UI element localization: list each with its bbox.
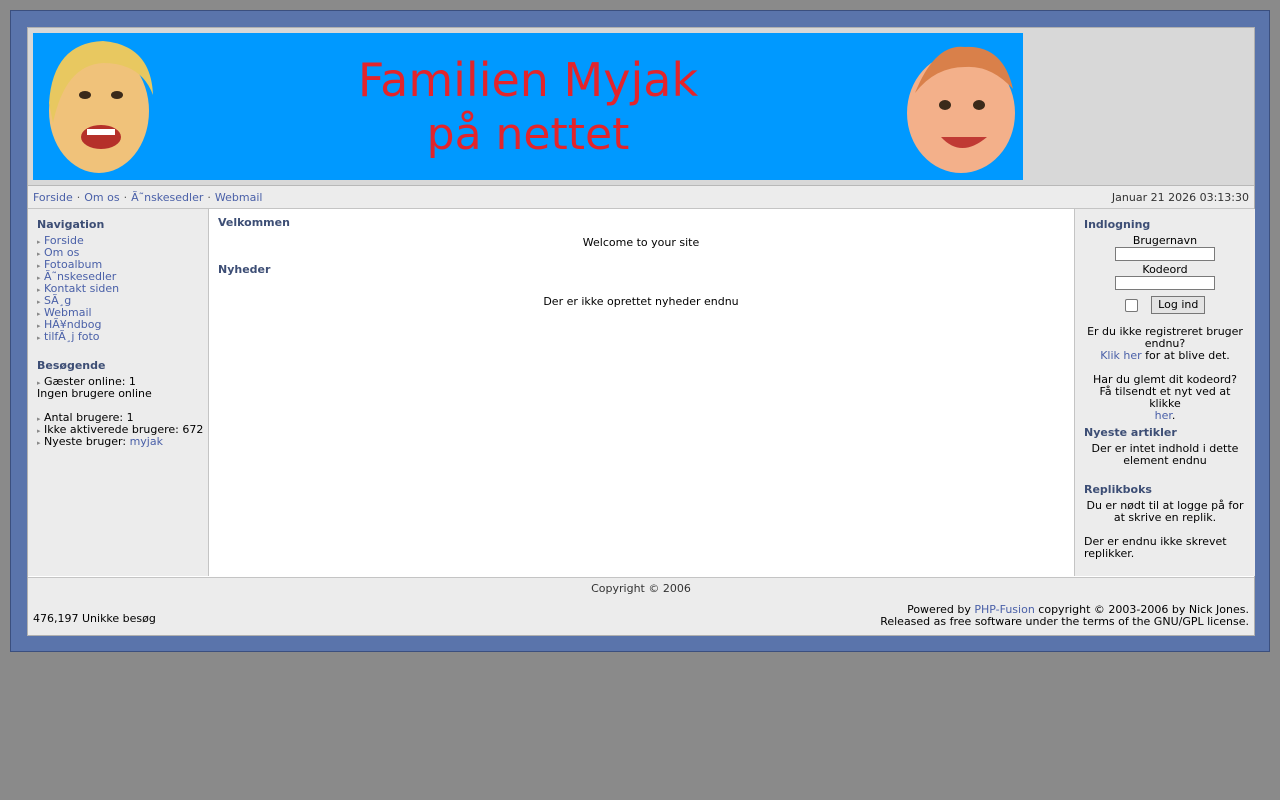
- powered-by: Powered by PHP-Fusion copyright © 2003-2…: [880, 604, 1249, 628]
- topnav-link-onskesedler[interactable]: Ã˜nskesedler: [131, 191, 203, 204]
- footer: 476,197 Unikke besøg Powered by PHP-Fusi…: [28, 600, 1254, 635]
- banner-title-line2: på nettet: [426, 109, 630, 160]
- articles-empty: Der er intet indhold i dette element end…: [1091, 442, 1239, 467]
- bullet-icon: ▸: [37, 439, 41, 447]
- forgot-password-link[interactable]: her: [1155, 409, 1172, 422]
- topnav-separator: ·: [123, 191, 128, 204]
- bullet-icon: ▸: [37, 334, 41, 342]
- topnav-separator: ·: [76, 191, 81, 204]
- navigation-list: ▸ Forside ▸ Om os ▸ Fotoalbum ▸ Ã˜nskesedler…: [37, 235, 119, 343]
- top-nav-links: Forside · Om os · Ã˜nskesedler · Webmail: [33, 191, 262, 204]
- license-text: Released as free software under the term…: [880, 615, 1249, 628]
- topnav-separator: ·: [207, 191, 211, 204]
- site-banner: Familien Myjak på nettet: [33, 33, 1023, 180]
- unique-visits: 476,197 Unikke besøg: [33, 612, 156, 625]
- login-title: Indlogning: [1084, 218, 1151, 231]
- period-text: .: [1171, 409, 1176, 422]
- nav-item-label[interactable]: tilfÃ¸j foto: [44, 330, 100, 343]
- current-datetime: Januar 21 2026 03:13:30: [1111, 191, 1249, 204]
- baby-photo-right: [907, 46, 1015, 173]
- news-title: Nyheder: [218, 263, 271, 276]
- topnav-link-webmail[interactable]: Webmail: [215, 191, 263, 204]
- welcome-title: Velkommen: [218, 216, 290, 229]
- visitors-panel: ▸ Gæster online: 1 Ingen brugere online ▸…: [37, 376, 203, 448]
- newest-user: ▸ Nyeste bruger: myjak: [37, 436, 203, 448]
- top-navbar: Forside · Om os · Ã˜nskesedler · Webmail Janua…: [28, 186, 1254, 209]
- password-label: Kodeord: [1142, 262, 1188, 276]
- page-container: Familien Myjak på nettet Forside · Om os · Ã…: [27, 27, 1255, 636]
- outer-frame: Familien Myjak på nettet Forside · Om os · Ã…: [10, 10, 1270, 652]
- become-one-text: for at blive det.: [1145, 349, 1230, 362]
- left-sidebar: Navigation ▸ Forside ▸ Om os ▸ Fotoalbum ▸ Ã…: [28, 209, 209, 576]
- register-link[interactable]: Klik her: [1100, 349, 1141, 362]
- visitors-title: Besøgende: [37, 359, 106, 372]
- password-input[interactable]: [1115, 275, 1215, 290]
- send-new-text: Få tilsendt et nyt ved at klikke: [1099, 385, 1231, 410]
- banner-row: Familien Myjak på nettet: [28, 28, 1254, 186]
- topnav-link-om-os[interactable]: Om os: [84, 191, 119, 204]
- remember-me-checkbox[interactable]: [1124, 298, 1138, 312]
- news-empty: Der er ikke oprettet nyheder endnu: [543, 295, 739, 308]
- nav-item-tilfoj-foto[interactable]: ▸ tilfÃ¸j foto: [37, 331, 119, 343]
- topnav-link-forside[interactable]: Forside: [33, 191, 73, 204]
- login-form: Brugernavn Kodeord Log ind: [1075, 235, 1255, 314]
- login-button[interactable]: Log ind: [1151, 296, 1206, 314]
- main-content: Velkommen Welcome to your site Nyheder D…: [209, 209, 1073, 576]
- newest-user-link[interactable]: myjak: [130, 435, 163, 448]
- articles-title: Nyeste artikler: [1084, 426, 1177, 439]
- not-registered-text: Er du ikke registreret bruger endnu?: [1087, 325, 1243, 350]
- username-label: Brugernavn: [1132, 234, 1198, 247]
- username-input[interactable]: [1115, 247, 1215, 261]
- shoutbox-empty: Der er endnu ikke skrevet replikker.: [1084, 535, 1227, 560]
- no-users-online: Ingen brugere online: [37, 387, 152, 400]
- shoutbox-must-login: Du er nødt til at logge på for at skrive…: [1086, 499, 1244, 524]
- register-info: Er du ikke registreret bruger endnu? Kli…: [1085, 326, 1245, 422]
- shoutbox-title: Replikboks: [1084, 483, 1152, 496]
- banner-title-line1: Familien Myjak: [357, 53, 699, 107]
- navigation-title: Navigation: [37, 218, 105, 231]
- newest-user-label: Nyeste bruger:: [44, 435, 127, 448]
- right-sidebar: Indlogning Brugernavn Kodeord Log ind Er…: [1074, 209, 1255, 576]
- copyright-row: Copyright © 2006: [28, 577, 1254, 601]
- welcome-text: Welcome to your site: [582, 236, 700, 249]
